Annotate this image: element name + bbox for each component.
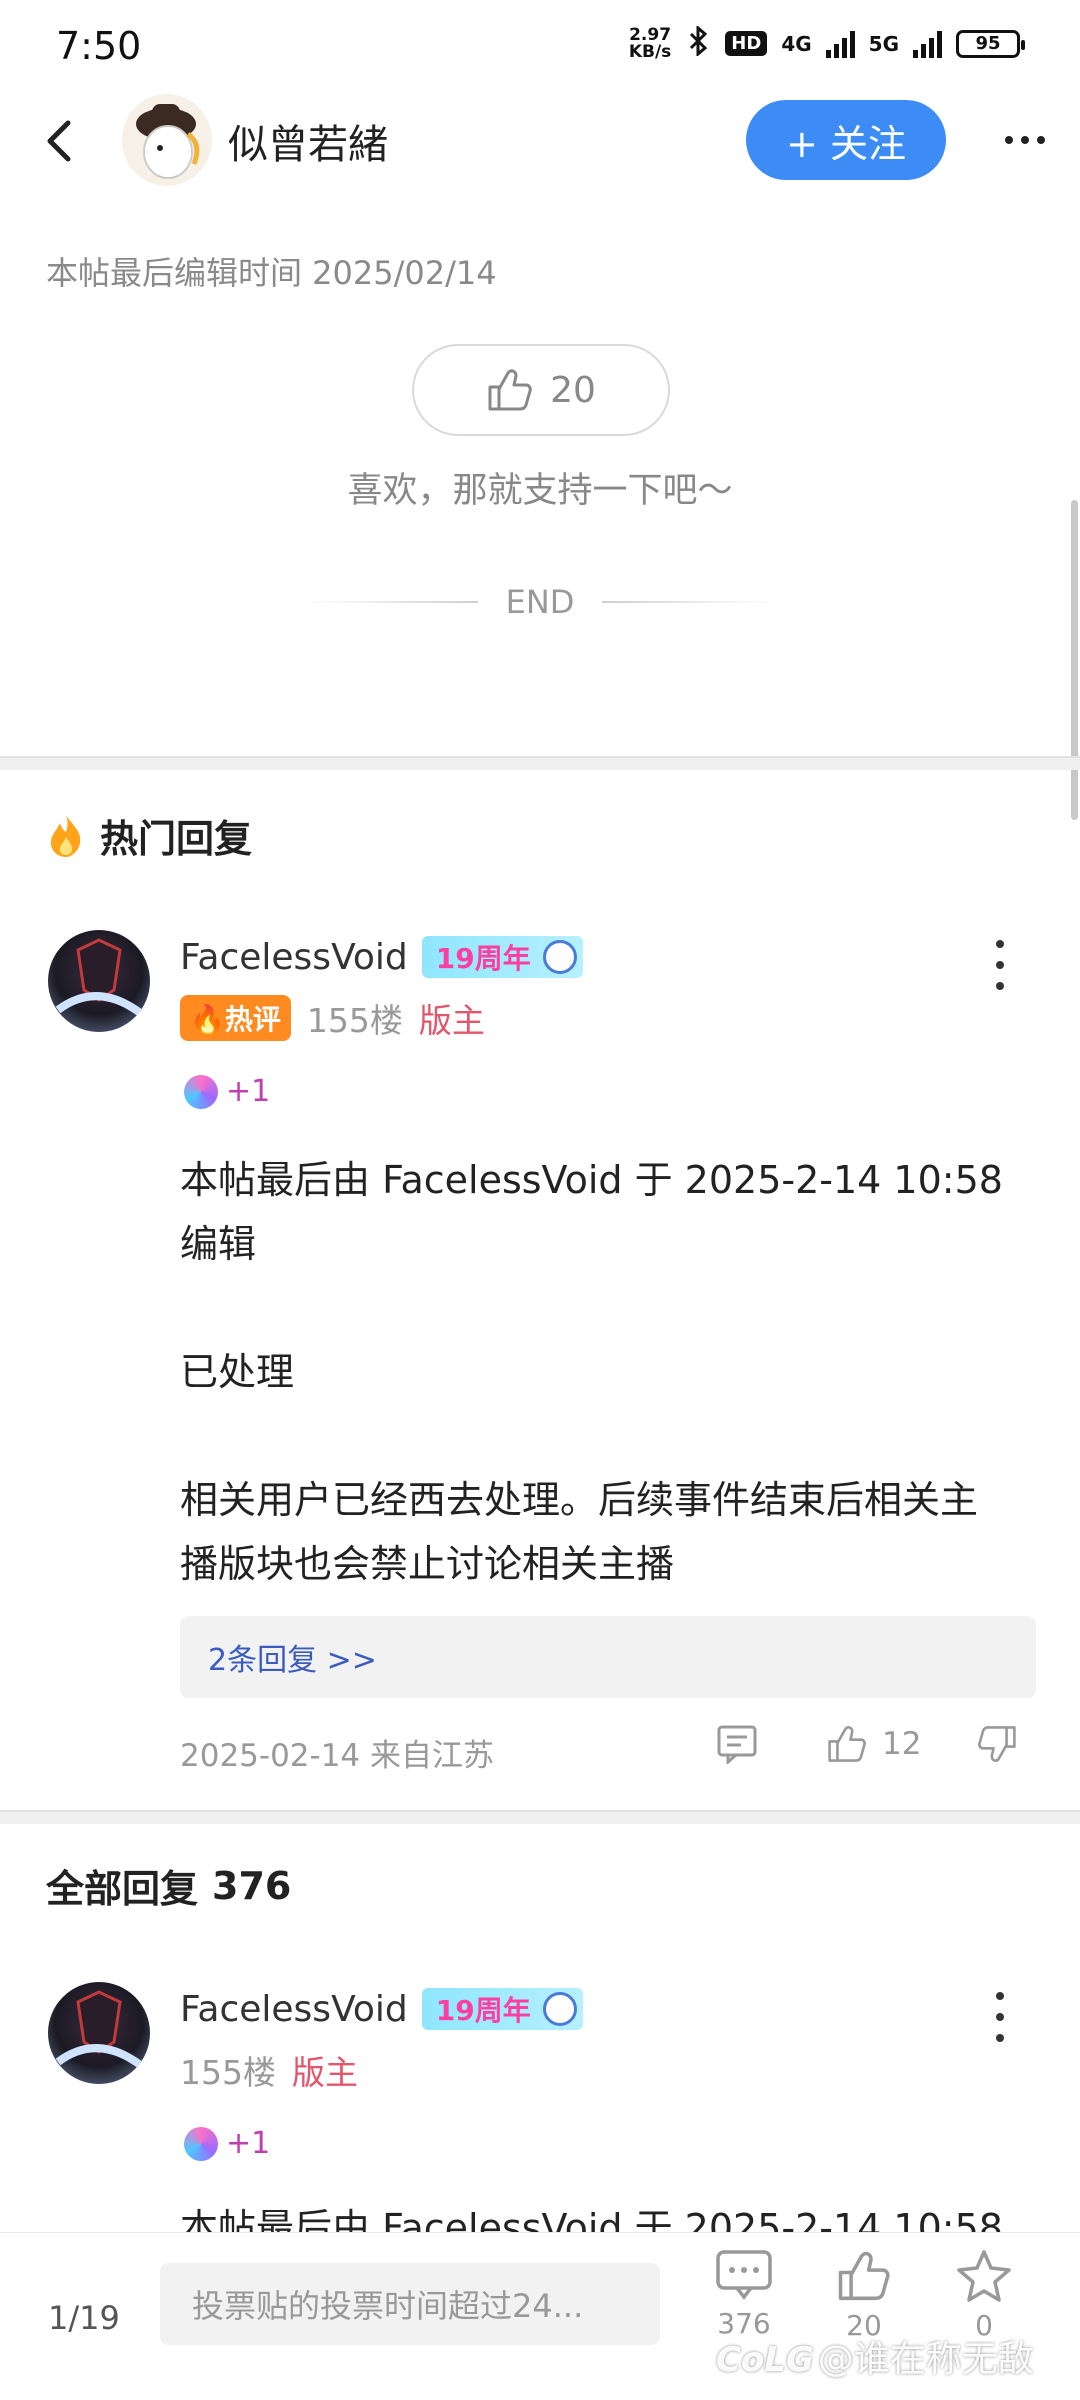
more-dot-icon — [996, 940, 1004, 948]
more-dot-icon — [1005, 136, 1013, 144]
bottom-favorite-button[interactable]: 0 — [944, 2249, 1024, 2342]
author-name[interactable]: 似曾若緒 — [228, 112, 388, 170]
anniversary-badge: 19周年 — [421, 936, 583, 978]
comment-button[interactable] — [716, 1724, 826, 1764]
all-replies-title: 全部回复 376 — [46, 1863, 292, 1912]
network-speed: 2.97 KB/s — [628, 24, 672, 62]
moderator-tag: 版主 — [418, 1001, 485, 1040]
back-button[interactable] — [34, 116, 84, 166]
thumbs-up-icon — [488, 369, 532, 411]
support-prompt: 喜欢，那就支持一下吧～ — [347, 471, 733, 511]
more-dot-icon — [996, 1992, 1004, 2000]
end-divider — [307, 601, 478, 603]
network-4g-label: 4G — [781, 31, 812, 56]
dislike-button[interactable] — [976, 1724, 1036, 1764]
chevron-left-icon — [47, 120, 71, 162]
floor-number: 155楼 — [306, 1001, 403, 1040]
reply-actions: 12 — [716, 1724, 1036, 1764]
end-label: END — [505, 583, 575, 621]
reply-avatar[interactable] — [48, 1982, 150, 2084]
more-dot-icon — [1037, 136, 1045, 144]
hot-replies-title: 热门回复 — [46, 808, 252, 863]
more-dot-icon — [996, 961, 1004, 969]
reply-meta: 155楼 版主 — [180, 2046, 358, 2094]
end-divider — [602, 601, 773, 603]
signal-5g-icon — [913, 30, 942, 58]
reply-username[interactable]: FacelessVoid — [180, 937, 408, 978]
battery-level: 95 — [975, 33, 1001, 54]
follow-button[interactable]: + 关注 — [746, 100, 946, 180]
moderator-tag: 版主 — [292, 2053, 358, 2092]
floor-number: 155楼 — [180, 2053, 276, 2092]
lollipop-icon — [184, 1074, 218, 1109]
mascot-icon — [542, 940, 577, 974]
lollipop-icon — [184, 2126, 218, 2161]
more-dot-icon — [1021, 136, 1029, 144]
reply-more-button[interactable] — [985, 940, 1015, 990]
section-divider — [0, 756, 1080, 770]
scrollbar[interactable] — [1071, 500, 1078, 820]
author-avatar[interactable] — [122, 94, 212, 186]
reply-meta: 🔥热评 155楼 版主 — [180, 994, 485, 1042]
all-replies-count: 376 — [212, 1863, 292, 1908]
reply-more-button[interactable] — [985, 1992, 1015, 2042]
thumbs-down-icon — [978, 1726, 1016, 1762]
reply-avatar[interactable] — [48, 930, 150, 1032]
reply-content: 本帖最后由 FacelessVoid 于 2025-2-14 10:58 编辑 … — [180, 1158, 1003, 1586]
hot-comment-tag: 🔥热评 — [180, 995, 291, 1041]
reply-username-row: FacelessVoid 19周年 — [180, 936, 583, 978]
post-header: 似曾若緒 + 关注 — [0, 90, 1080, 190]
network-5g-label: 5G — [868, 31, 899, 56]
signal-4g-icon — [825, 30, 855, 58]
more-options-button[interactable] — [995, 112, 1055, 168]
watermark-logo: CoLG — [716, 2340, 814, 2380]
status-bar: 7:50 2.97 KB/s HD 4G 5G 95 — [0, 0, 1080, 90]
status-time: 7:50 — [56, 24, 142, 68]
plus-one-reaction[interactable]: +1 — [184, 2126, 270, 2161]
post-like-button[interactable]: 20 — [412, 344, 670, 436]
section-divider — [0, 1810, 1080, 1824]
more-dot-icon — [996, 2013, 1004, 2021]
end-marker: END — [0, 582, 1080, 622]
thumbs-up-icon — [838, 2251, 890, 2301]
post-like-count: 20 — [550, 369, 596, 411]
watermark-text: @谁在称无敌 — [817, 2339, 1034, 2380]
post-edit-time: 本帖最后编辑时间 2025/02/14 — [46, 254, 497, 292]
reply-username-row: FacelessVoid 19周年 — [180, 1988, 583, 2030]
sub-replies-link[interactable]: 2条回复 >> — [180, 1616, 1036, 1698]
comment-icon — [716, 2250, 772, 2300]
reply-date-location: 2025-02-14 来自江苏 — [180, 1738, 495, 1774]
star-icon — [957, 2250, 1011, 2302]
reply-footer: 2025-02-14 来自江苏 12 — [180, 1724, 1036, 1774]
bottom-like-button[interactable]: 20 — [824, 2249, 904, 2342]
flame-icon — [50, 814, 81, 857]
page-indicator[interactable]: 1/19 — [48, 2299, 120, 2337]
reply-like-count: 12 — [882, 1726, 922, 1762]
bottom-comment-button[interactable]: 376 — [704, 2249, 784, 2340]
watermark: CoLG @谁在称无敌 — [716, 2330, 1034, 2382]
reply-like-button[interactable]: 12 — [826, 1724, 976, 1764]
status-icons: 2.97 KB/s HD 4G 5G 95 — [628, 24, 1025, 62]
reply-input[interactable]: 投票贴的投票时间超过24... — [160, 2263, 660, 2345]
more-dot-icon — [996, 2034, 1004, 2042]
reply-username[interactable]: FacelessVoid — [180, 1989, 408, 2030]
more-dot-icon — [996, 982, 1004, 990]
comment-icon — [717, 1725, 757, 1764]
thumbs-up-icon — [828, 1726, 866, 1762]
battery-icon: 95 — [956, 29, 1025, 58]
hd-voice-icon: HD — [725, 31, 768, 56]
anniversary-badge: 19周年 — [421, 1988, 583, 2030]
mascot-icon — [542, 1992, 577, 2026]
bluetooth-icon — [685, 24, 711, 61]
plus-one-reaction[interactable]: +1 — [184, 1074, 270, 1109]
